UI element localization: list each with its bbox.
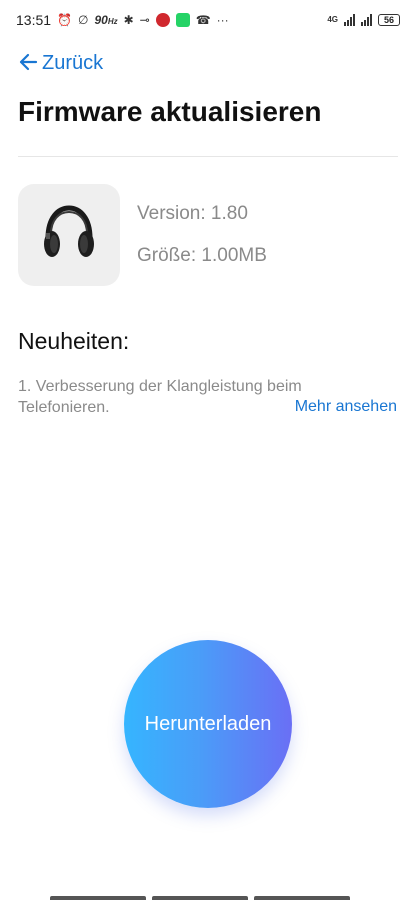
sim-icon: ☎ [195, 13, 211, 27]
bluetooth-icon: ✱ [123, 13, 134, 27]
refresh-rate-indicator: 90Hz [94, 13, 118, 27]
news-heading: Neuheiten: [18, 328, 130, 354]
battery-icon: 56 [378, 14, 400, 26]
status-time: 13:51 [16, 12, 52, 28]
nav-bar-segment [152, 896, 248, 900]
product-image [18, 184, 120, 286]
firmware-size: Größe: 1.00MB [137, 245, 267, 266]
firmware-version: Version: 1.80 [137, 203, 248, 224]
alarm-icon: ⏰ [57, 13, 72, 27]
bottom-navigation-bar [50, 896, 350, 900]
back-button[interactable]: Zurück [18, 52, 103, 75]
headphones-icon [36, 200, 102, 271]
app-notification-icon [155, 13, 170, 27]
back-label: Zurück [42, 52, 104, 74]
firmware-update-screen: 13:51 ⏰ ∅ 90Hz ✱ ⊸ ☎ ··· 4G 56 Zurück Fi… [0, 0, 416, 900]
network-type: 4G [327, 15, 338, 24]
link-icon: ⊸ [139, 13, 150, 27]
status-right: 4G 56 [327, 14, 400, 26]
arrow-left-icon [18, 53, 38, 75]
nav-bar-segment [50, 896, 146, 900]
download-button[interactable]: Herunterladen [124, 640, 292, 808]
signal-icon-2 [361, 14, 372, 26]
page-title: Firmware aktualisieren [18, 96, 322, 127]
whatsapp-icon [175, 13, 190, 27]
more-link[interactable]: Mehr ansehen [295, 398, 397, 416]
signal-icon [344, 14, 355, 26]
more-notifications-icon: ··· [216, 13, 229, 27]
download-label: Herunterladen [144, 713, 272, 735]
status-left: 13:51 ⏰ ∅ 90Hz ✱ ⊸ ☎ ··· [16, 12, 229, 28]
status-bar: 13:51 ⏰ ∅ 90Hz ✱ ⊸ ☎ ··· 4G 56 [0, 0, 416, 40]
nav-bar-segment [254, 896, 350, 900]
mute-icon: ∅ [78, 13, 89, 27]
header-divider [18, 156, 398, 157]
